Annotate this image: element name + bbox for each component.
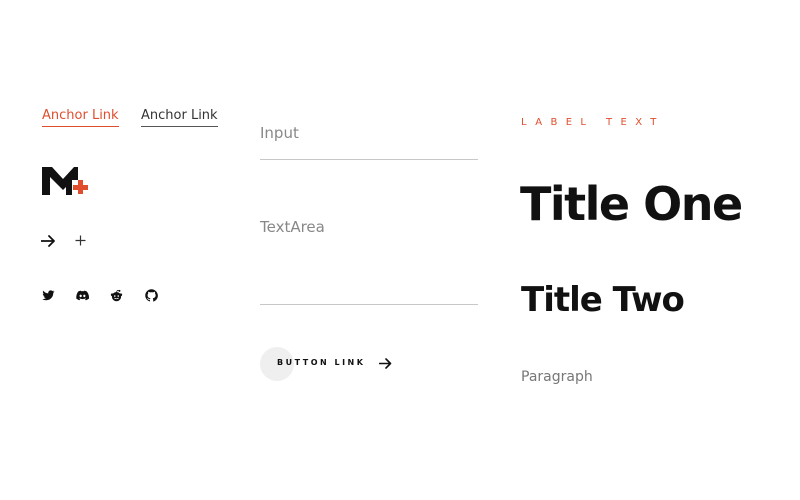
anchor-link-secondary[interactable]: Anchor Link <box>141 107 218 127</box>
anchor-link-primary[interactable]: Anchor Link <box>42 107 119 127</box>
input-field[interactable]: Input <box>260 124 478 160</box>
input-placeholder: Input <box>260 124 299 142</box>
textarea-placeholder: TextArea <box>260 218 325 236</box>
arrow-right-icon <box>379 358 392 369</box>
title-two: Title Two <box>521 280 685 320</box>
plus-icon[interactable] <box>75 235 86 246</box>
twitter-icon[interactable] <box>42 289 55 302</box>
arrow-right-icon[interactable] <box>41 235 56 247</box>
label-text: LABEL TEXT <box>521 117 665 128</box>
m-plus-logo-icon[interactable] <box>42 167 88 197</box>
reddit-icon[interactable] <box>110 289 123 302</box>
textarea-field[interactable]: TextArea <box>260 218 478 305</box>
button-link-label: BUTTON LINK <box>277 358 366 367</box>
paragraph: Paragraph <box>521 369 593 385</box>
button-link[interactable]: BUTTON LINK <box>260 347 400 381</box>
github-icon[interactable] <box>145 289 158 302</box>
title-one: Title One <box>520 177 743 231</box>
discord-icon[interactable] <box>76 289 89 302</box>
